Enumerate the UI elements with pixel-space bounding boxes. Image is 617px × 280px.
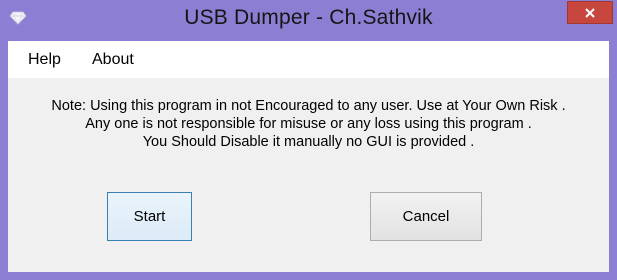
menu-item-help[interactable]: Help <box>28 51 61 69</box>
menu-item-about[interactable]: About <box>92 51 134 69</box>
note-line: Any one is not responsible for misuse or… <box>85 116 532 132</box>
cancel-button[interactable]: Cancel <box>370 192 482 241</box>
client-area: Help About Note: Using this program in n… <box>8 41 609 272</box>
close-button[interactable] <box>567 1 613 24</box>
title-bar[interactable]: USB Dumper - Ch.Sathvik <box>0 0 617 41</box>
warning-note: Note: Using this program in not Encourag… <box>8 97 609 151</box>
app-window: USB Dumper - Ch.Sathvik Help About Note:… <box>0 0 617 280</box>
cancel-button-label: Cancel <box>402 208 450 225</box>
menu-bar: Help About <box>8 41 609 78</box>
note-line: Note: Using this program in not Encourag… <box>51 98 566 114</box>
note-line: You Should Disable it manually no GUI is… <box>142 134 475 150</box>
close-icon <box>584 7 596 19</box>
window-title: USB Dumper - Ch.Sathvik <box>184 6 433 29</box>
start-button-label: Start <box>133 208 166 225</box>
start-button[interactable]: Start <box>107 192 192 241</box>
